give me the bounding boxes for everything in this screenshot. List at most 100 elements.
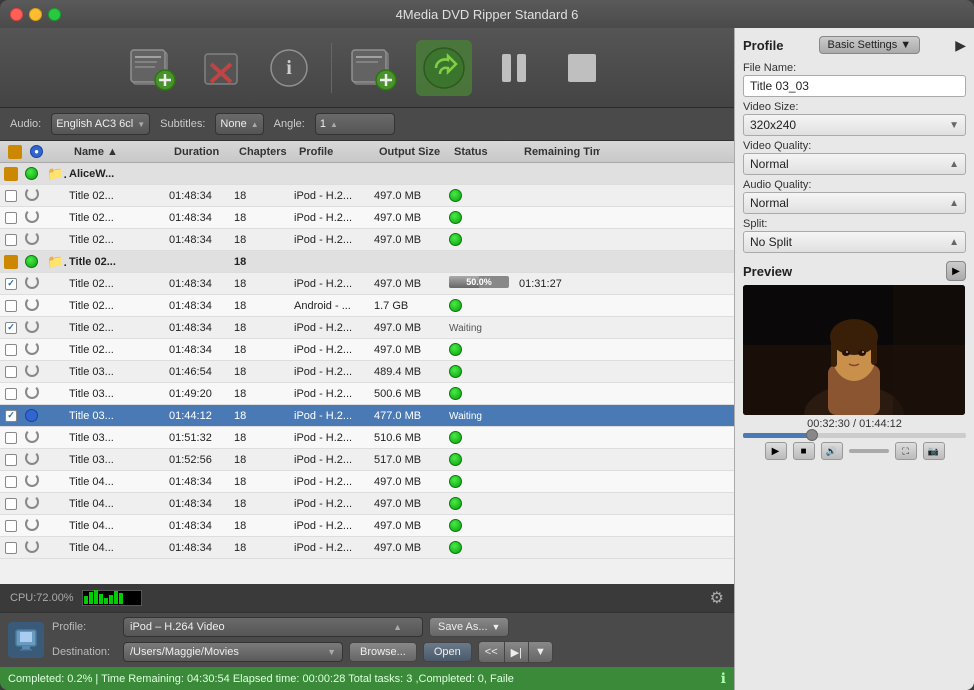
- row-output-size: 497.0 MB: [371, 278, 446, 290]
- dropdown-nav-button[interactable]: ▼: [529, 642, 552, 662]
- row-checkbox[interactable]: [0, 234, 22, 246]
- table-row[interactable]: Title 03...01:52:5618iPod - H.2...517.0 …: [0, 449, 734, 471]
- subtitles-select[interactable]: None ▲: [215, 113, 263, 135]
- row-checkbox[interactable]: [0, 167, 22, 181]
- info-button[interactable]: i: [263, 42, 315, 94]
- prev-nav-button[interactable]: <<: [479, 642, 505, 662]
- row-checkbox[interactable]: [0, 476, 22, 488]
- delete-button[interactable]: [195, 42, 247, 94]
- split-select[interactable]: No Split ▲: [743, 231, 966, 253]
- row-checkbox[interactable]: [0, 190, 22, 202]
- row-chapters: 18: [231, 366, 291, 378]
- row-status-indicator: [22, 275, 44, 292]
- table-row[interactable]: Title 02...01:48:3418iPod - H.2...497.0 …: [0, 229, 734, 251]
- preview-progress-bar[interactable]: [743, 433, 966, 438]
- table-row[interactable]: Title 02...01:48:3418iPod - H.2...497.0 …: [0, 207, 734, 229]
- row-checkbox[interactable]: [0, 410, 22, 422]
- table-row[interactable]: Title 03...01:44:1218iPod - H.2...477.0 …: [0, 405, 734, 427]
- row-checkbox[interactable]: [0, 520, 22, 532]
- preview-progress-thumb[interactable]: [806, 429, 818, 441]
- row-duration: 01:48:34: [166, 190, 231, 202]
- row-checkbox[interactable]: [0, 366, 22, 378]
- table-row[interactable]: Title 04...01:48:3418iPod - H.2...497.0 …: [0, 493, 734, 515]
- volume-slider[interactable]: [849, 449, 889, 453]
- table-row[interactable]: Title 02...01:48:3418Android - ...1.7 GB: [0, 295, 734, 317]
- table-row[interactable]: Title 02...01:48:3418iPod - H.2...497.0 …: [0, 273, 734, 295]
- play-button[interactable]: ▶: [765, 442, 787, 460]
- table-row[interactable]: Title 03...01:51:3218iPod - H.2...510.6 …: [0, 427, 734, 449]
- row-checkbox[interactable]: [0, 212, 22, 224]
- add-task-button[interactable]: [348, 42, 400, 94]
- th-check-icon[interactable]: [8, 145, 22, 159]
- spin-status-icon: [25, 275, 39, 289]
- status-green-icon: [449, 211, 462, 224]
- capture-button[interactable]: 📷: [923, 442, 945, 460]
- settings-icon[interactable]: ⚙: [710, 588, 724, 608]
- table-row[interactable]: Title 02...01:48:3418iPod - H.2...497.0 …: [0, 185, 734, 207]
- row-status-indicator: [22, 429, 44, 446]
- video-size-select[interactable]: 320x240 ▼: [743, 114, 966, 136]
- row-profile: iPod - H.2...: [291, 476, 371, 488]
- table-row[interactable]: 📁Title 02...18: [0, 251, 734, 273]
- status-green-icon: [449, 299, 462, 312]
- table-row[interactable]: Title 03...01:49:2018iPod - H.2...500.6 …: [0, 383, 734, 405]
- preview-play-button[interactable]: ▶: [946, 261, 966, 281]
- row-status-indicator: [22, 319, 44, 336]
- preview-time: 00:32:30 / 01:44:12: [743, 418, 966, 430]
- row-status-indicator: [22, 167, 44, 180]
- open-button[interactable]: Open: [423, 642, 472, 662]
- table-row[interactable]: Title 04...01:48:3418iPod - H.2...497.0 …: [0, 515, 734, 537]
- row-checkbox[interactable]: [0, 300, 22, 312]
- pause-button[interactable]: [488, 42, 540, 94]
- basic-settings-button[interactable]: Basic Settings ▼: [819, 36, 921, 54]
- angle-select[interactable]: 1 ▲: [315, 113, 395, 135]
- row-checkbox[interactable]: [0, 322, 22, 334]
- volume-icon[interactable]: 🔊: [821, 442, 843, 460]
- row-checkbox-box: [5, 498, 17, 510]
- maximize-button[interactable]: [48, 8, 61, 21]
- spin-status-icon: [25, 517, 39, 531]
- row-checkbox[interactable]: [0, 388, 22, 400]
- close-button[interactable]: [10, 8, 23, 21]
- zoom-button[interactable]: ⛶: [895, 442, 917, 460]
- audio-quality-select[interactable]: Normal ▲: [743, 192, 966, 214]
- stop-button[interactable]: [556, 42, 608, 94]
- status-info-icon[interactable]: ℹ: [721, 670, 726, 687]
- video-quality-select[interactable]: Normal ▲: [743, 153, 966, 175]
- preview-header: Preview ▶: [743, 261, 966, 281]
- status-green-icon: [449, 541, 462, 554]
- profile-select[interactable]: iPod – H.264 Video ▲: [123, 617, 423, 637]
- row-output-size: 497.0 MB: [371, 498, 446, 510]
- table-row[interactable]: Title 04...01:48:3418iPod - H.2...497.0 …: [0, 537, 734, 559]
- stop-preview-button[interactable]: ■: [793, 442, 815, 460]
- main-content: i: [0, 28, 974, 690]
- table-row[interactable]: Title 02...01:48:3418iPod - H.2...497.0 …: [0, 339, 734, 361]
- convert-button[interactable]: [416, 40, 472, 96]
- row-profile: iPod - H.2...: [291, 410, 371, 422]
- file-name-input[interactable]: [743, 75, 966, 97]
- row-checkbox[interactable]: [0, 498, 22, 510]
- table-row[interactable]: Title 04...01:48:3418iPod - H.2...497.0 …: [0, 471, 734, 493]
- destination-select[interactable]: /Users/Maggie/Movies ▼: [123, 642, 343, 662]
- row-name: Title 03...: [66, 454, 166, 466]
- video-content: [743, 285, 965, 415]
- row-name: Title 04...: [66, 542, 166, 554]
- browse-button[interactable]: Browse...: [349, 642, 417, 662]
- row-checkbox[interactable]: [0, 542, 22, 554]
- expand-arrow-icon[interactable]: ▶: [955, 37, 966, 54]
- minimize-button[interactable]: [29, 8, 42, 21]
- table-row[interactable]: Title 03...01:46:5418iPod - H.2...489.4 …: [0, 361, 734, 383]
- row-checkbox[interactable]: [0, 432, 22, 444]
- next-nav-button[interactable]: ▶|: [505, 642, 529, 662]
- row-checkbox[interactable]: [0, 255, 22, 269]
- row-checkbox[interactable]: [0, 454, 22, 466]
- th-name[interactable]: Name ▲: [70, 146, 170, 158]
- table-row[interactable]: 📁AliceW...: [0, 163, 734, 185]
- audio-select[interactable]: English AC3 6cl ▼: [51, 113, 150, 135]
- save-as-button[interactable]: Save As... ▼: [429, 617, 509, 637]
- row-checkbox[interactable]: [0, 278, 22, 290]
- table-row[interactable]: Title 02...01:48:3418iPod - H.2...497.0 …: [0, 317, 734, 339]
- add-button[interactable]: [127, 42, 179, 94]
- row-checkbox[interactable]: [0, 344, 22, 356]
- row-chapters: 18: [231, 300, 291, 312]
